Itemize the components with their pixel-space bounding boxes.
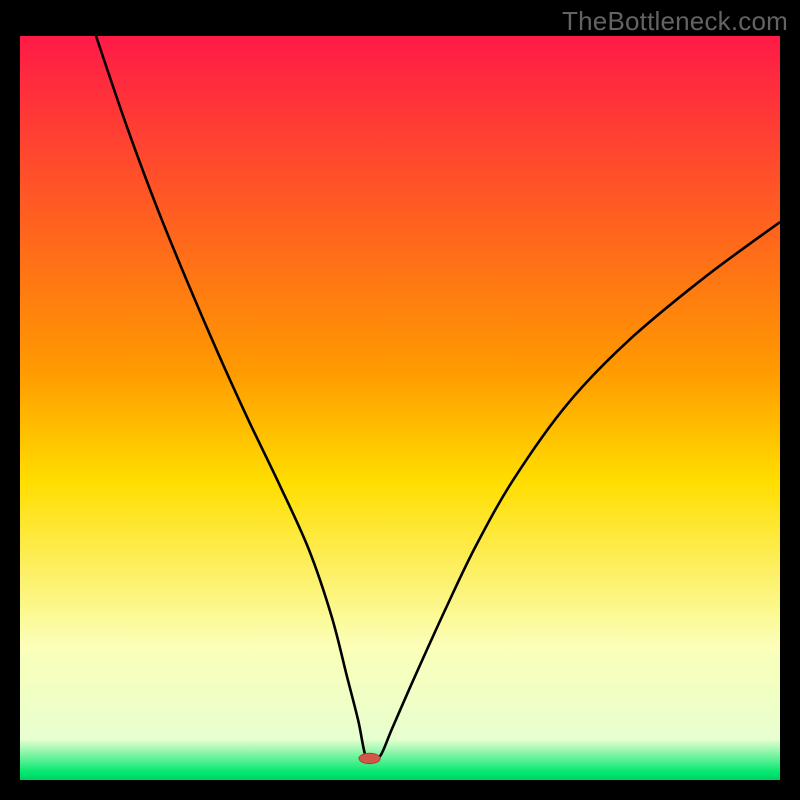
chart-container: TheBottleneck.com [0,0,800,800]
chart-svg [20,36,780,780]
minimum-marker [359,753,380,763]
watermark-text: TheBottleneck.com [562,6,788,37]
plot-area [20,36,780,780]
